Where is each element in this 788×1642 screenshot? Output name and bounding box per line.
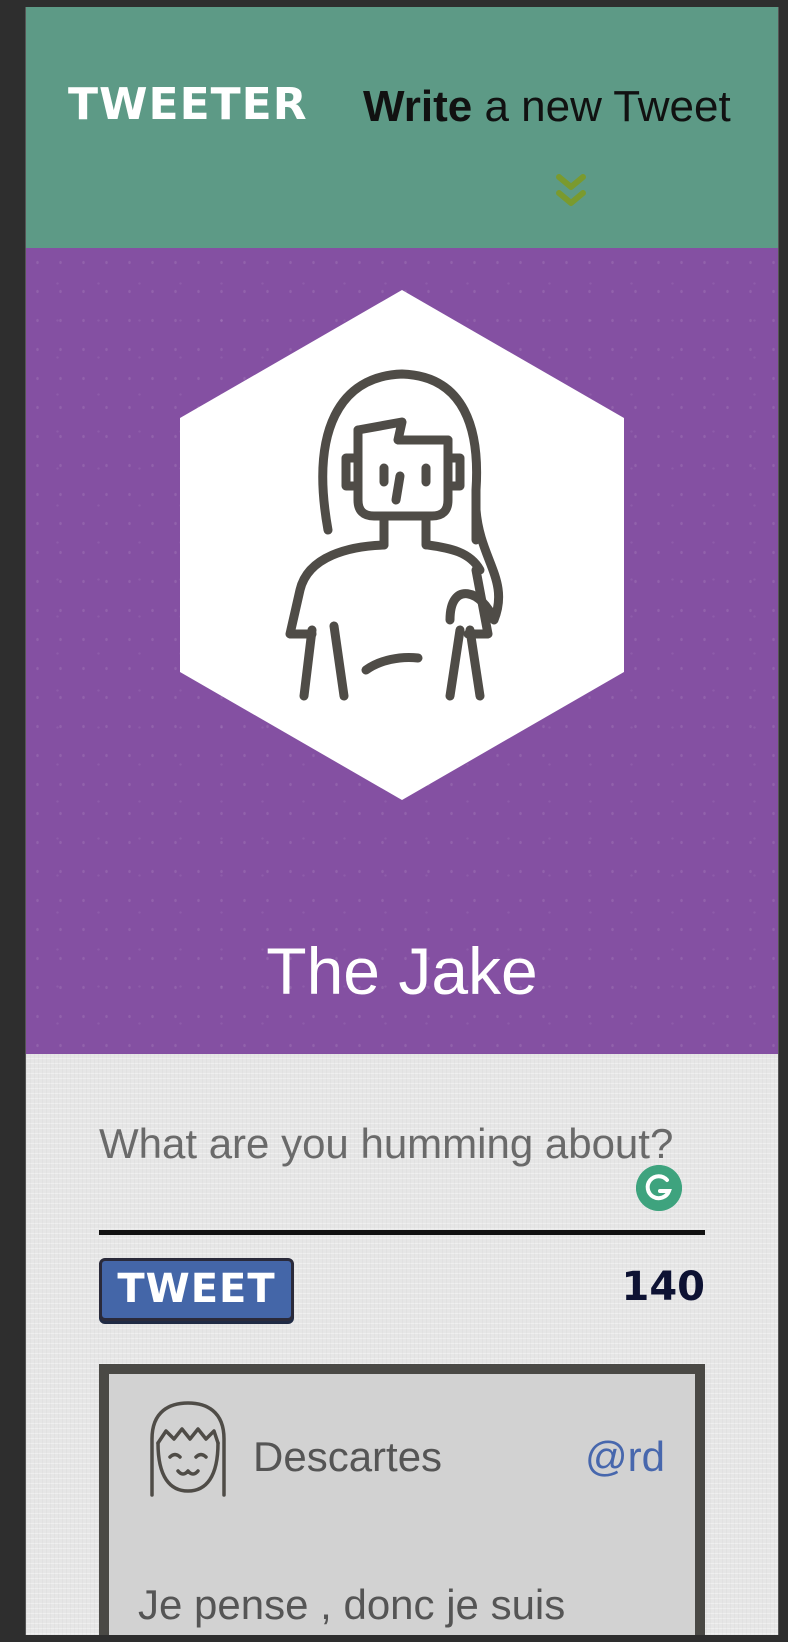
tweet-text: Je pense , donc je suis <box>138 1581 566 1628</box>
tweet-button[interactable]: TWEET <box>99 1258 294 1321</box>
double-chevron-down-icon[interactable] <box>553 171 589 213</box>
profile-section: The Jake <box>26 248 778 1054</box>
grammarly-icon[interactable] <box>636 1165 682 1211</box>
write-new-tweet-rest: a new Tweet <box>472 82 731 131</box>
profile-avatar <box>180 290 624 800</box>
write-new-tweet-strong: Write <box>363 82 473 131</box>
write-new-tweet-toggle[interactable]: Write a new Tweet <box>363 85 753 215</box>
profile-name: The Jake <box>266 934 538 1008</box>
tweet-author: Descartes <box>253 1433 443 1480</box>
page-header: TWEETER Write a new Tweet <box>26 7 778 248</box>
avatar-icon <box>150 1401 226 1497</box>
tweet-handle[interactable]: @rd <box>585 1436 665 1478</box>
input-underline <box>99 1230 705 1235</box>
compose-section: TWEET 140 Descartes @rd Je pense , donc … <box>26 1054 778 1635</box>
write-new-tweet-label: Write a new Tweet <box>363 85 731 129</box>
logo: TWEETER <box>68 79 308 130</box>
avatar <box>150 1401 226 1497</box>
tweet-input[interactable] <box>99 1114 701 1174</box>
tweet-card: Descartes @rd Je pense , donc je suis <box>99 1364 705 1635</box>
app-frame: TWEETER Write a new Tweet The Jake What … <box>25 7 779 1635</box>
character-counter: 140 <box>621 1264 706 1310</box>
